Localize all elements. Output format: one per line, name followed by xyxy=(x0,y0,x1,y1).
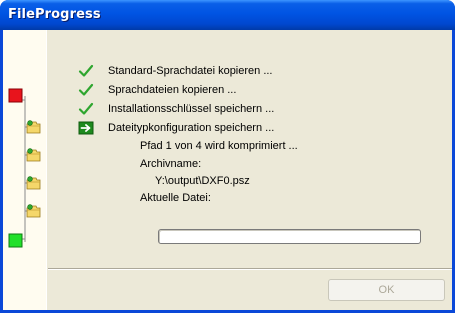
window-title: FileProgress xyxy=(8,7,101,22)
step-row-current: Dateitypkonfiguration speichern ... xyxy=(78,119,274,137)
path-status-text: Pfad 1 von 4 wird komprimiert ... xyxy=(140,140,298,152)
archive-name-value: Y:\output\DXF0.psz xyxy=(155,175,250,187)
dialog-content: Standard-Sprachdatei kopieren ... Sprach… xyxy=(48,30,452,310)
checkmark-icon xyxy=(78,83,94,96)
step-label: Dateitypkonfiguration speichern ... xyxy=(108,122,275,134)
step-row: Standard-Sprachdatei kopieren ... xyxy=(78,62,273,80)
step-row: Installationsschlüssel speichern ... xyxy=(78,100,274,118)
step-label: Sprachdateien kopieren ... xyxy=(108,84,237,96)
folder-icon xyxy=(26,120,41,134)
title-bar[interactable]: FileProgress xyxy=(0,0,455,30)
folder-icon xyxy=(26,176,41,190)
separator-line xyxy=(48,268,452,270)
progress-bar xyxy=(158,229,421,244)
start-marker-icon xyxy=(8,88,23,103)
arrow-right-icon xyxy=(78,121,94,135)
folder-icon xyxy=(26,148,41,162)
process-tree-graphic xyxy=(8,88,41,248)
checkmark-icon xyxy=(78,102,94,115)
folder-icon xyxy=(26,204,41,218)
checkmark-icon xyxy=(78,64,94,77)
step-label: Standard-Sprachdatei kopieren ... xyxy=(108,65,273,77)
dialog-client-area: Standard-Sprachdatei kopieren ... Sprach… xyxy=(3,30,452,310)
current-file-label: Aktuelle Datei: xyxy=(140,192,211,204)
fileprogress-window: FileProgress Standard-Sprachdatei kopier… xyxy=(0,0,455,313)
step-label: Installationsschlüssel speichern ... xyxy=(108,103,275,115)
progress-sidebar xyxy=(3,30,47,310)
ok-button[interactable]: OK xyxy=(328,279,445,301)
step-row: Sprachdateien kopieren ... xyxy=(78,81,236,99)
end-marker-icon xyxy=(8,233,23,248)
archive-name-label: Archivname: xyxy=(140,158,202,170)
